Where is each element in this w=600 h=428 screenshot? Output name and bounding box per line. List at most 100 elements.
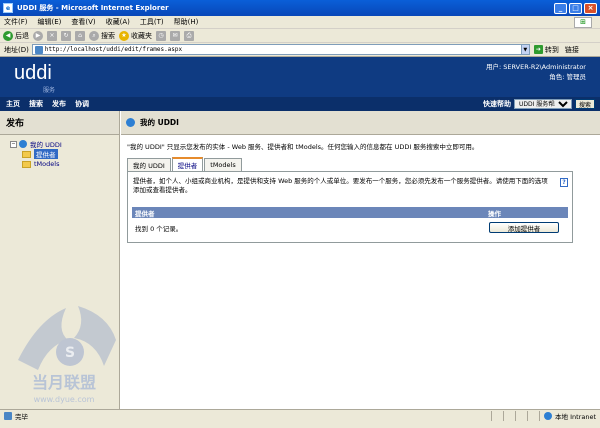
folder-icon (22, 160, 31, 168)
windows-logo-icon: ⊞ (574, 16, 592, 28)
menu-file[interactable]: 文件(F) (4, 17, 28, 27)
quick-help-select[interactable]: UDDI 服务帮助 (513, 99, 572, 109)
sidebar: 发布 − 我的 UDDI 提供者 tModels (0, 111, 120, 409)
history-icon[interactable]: ◷ (156, 30, 166, 41)
add-provider-button[interactable]: 添加提供者 (489, 222, 559, 233)
search-button[interactable]: ⌕ 搜索 (89, 30, 115, 41)
page-title-bar: 我的 UDDI (121, 111, 600, 135)
providers-table-header: 提供者 操作 (132, 207, 568, 218)
forward-button[interactable]: ▶ (33, 30, 43, 41)
globe-icon (126, 118, 135, 127)
mail-icon[interactable]: ✉ (170, 30, 180, 41)
user-info: 用户: SERVER-R2\Administrator 角色: 管理员 (486, 62, 586, 82)
favorites-button[interactable]: ★ 收藏夹 (119, 30, 152, 41)
go-button[interactable]: ➜ 转到 (533, 45, 559, 55)
menu-tools[interactable]: 工具(T) (140, 17, 164, 27)
uddi-logo-sub: 服务 (43, 87, 56, 94)
home-icon[interactable]: ⌂ (75, 30, 85, 41)
security-zone: 本地 Intranet (539, 410, 600, 421)
go-label: 转到 (544, 45, 559, 54)
tree-item-my-uddi[interactable]: − 我的 UDDI (10, 139, 119, 149)
search-icon: ⌕ (89, 30, 99, 41)
ie-icon: e (3, 3, 13, 13)
status-segment (491, 410, 503, 421)
records-found: 找到 0 个记录。 (135, 225, 183, 233)
star-icon: ★ (119, 30, 129, 41)
sidebar-title: 发布 (0, 111, 119, 135)
column-action: 操作 (488, 209, 501, 218)
address-url: http://localhost/uddi/edit/frames.aspx (44, 46, 183, 53)
go-arrow-icon: ➜ (533, 45, 543, 54)
user-name: 用户: SERVER-R2\Administrator (486, 63, 586, 71)
back-arrow-icon: ◀ (3, 30, 13, 41)
tree-label-providers: 提供者 (34, 149, 58, 159)
nav-home[interactable]: 主页 (6, 99, 20, 109)
main-content: 我的 UDDI "我的 UDDI" 只显示您发布的实体 - Web 服务、提供者… (121, 111, 600, 409)
back-button[interactable]: ◀ 后退 (3, 30, 29, 41)
user-role: 角色: 管理员 (549, 73, 586, 81)
nav-search[interactable]: 搜索 (29, 99, 43, 109)
menu-help[interactable]: 帮助(H) (174, 17, 199, 27)
uddi-logo: uddi (14, 62, 52, 84)
status-segments: 本地 Intranet (491, 410, 600, 421)
menu-view[interactable]: 查看(V) (71, 17, 95, 27)
tab-my-uddi[interactable]: 我的 UDDI (127, 158, 171, 171)
publish-tree: − 我的 UDDI 提供者 tModels (0, 135, 119, 169)
search-label: 搜索 (101, 31, 115, 40)
providers-tab-pane: 提供者，如个人、小组或商业机构，是提供和支持 Web 服务的个人或单位。要发布一… (127, 171, 573, 243)
quick-help-search-button[interactable]: 搜索 (574, 99, 595, 109)
window-bottom-edge (0, 421, 600, 428)
status-done: 完毕 (4, 411, 28, 421)
status-bar: 完毕 本地 Intranet (0, 409, 600, 421)
nav-bar: 主页 搜索 发布 协调 快速帮助 UDDI 服务帮助 搜索 (0, 97, 600, 111)
back-label: 后退 (15, 31, 29, 40)
nav-coordinate[interactable]: 协调 (75, 99, 89, 109)
address-label: 地址(D) (4, 45, 29, 54)
tab-providers[interactable]: 提供者 (171, 157, 204, 171)
refresh-icon[interactable]: ↻ (61, 30, 71, 41)
menu-favorites[interactable]: 收藏(A) (106, 17, 130, 27)
window-title: UDDI 服务 - Microsoft Internet Explorer (17, 4, 169, 12)
tree-label-my-uddi: 我的 UDDI (30, 141, 62, 149)
column-provider: 提供者 (135, 209, 155, 218)
status-segment (503, 410, 515, 421)
collapse-icon[interactable]: − (10, 140, 17, 148)
intro-text: "我的 UDDI" 只显示您发布的实体 - Web 服务、提供者和 tModel… (127, 143, 479, 151)
maximize-button[interactable]: □ (569, 2, 582, 14)
address-input[interactable]: http://localhost/uddi/edit/frames.aspx (31, 44, 522, 55)
tree-item-tmodels[interactable]: tModels (10, 159, 119, 169)
status-text: 完毕 (15, 412, 28, 421)
close-button[interactable]: × (584, 2, 597, 14)
menu-bar: 文件(F) 编辑(E) 查看(V) 收藏(A) 工具(T) 帮助(H) ⊞ (0, 16, 600, 29)
nav-publish[interactable]: 发布 (52, 99, 66, 109)
favorites-label: 收藏夹 (131, 31, 152, 40)
print-icon[interactable]: ⎙ (184, 30, 194, 41)
providers-description: 提供者，如个人、小组或商业机构，是提供和支持 Web 服务的个人或单位。要发布一… (133, 177, 548, 194)
zone-label: 本地 Intranet (555, 412, 596, 421)
tab-tmodels[interactable]: tModels (204, 158, 242, 171)
tree-item-providers[interactable]: 提供者 (10, 149, 119, 159)
address-dropdown-icon[interactable]: ▼ (520, 44, 530, 55)
status-segment (515, 410, 527, 421)
menu-edit[interactable]: 编辑(E) (38, 17, 62, 27)
links-button[interactable]: 链接 (565, 45, 579, 55)
tab-strip: 我的 UDDI 提供者 tModels (127, 157, 243, 171)
page-icon (34, 46, 43, 54)
uddi-banner: uddi 服务 用户: SERVER-R2\Administrator 角色: … (0, 57, 600, 97)
tree-label-tmodels: tModels (34, 160, 60, 168)
stop-icon[interactable]: × (47, 30, 57, 41)
globe-icon (19, 140, 27, 148)
status-segment (527, 410, 539, 421)
window-titlebar: e UDDI 服务 - Microsoft Internet Explorer … (0, 0, 600, 16)
minimize-button[interactable]: _ (554, 2, 567, 14)
help-icon[interactable]: ? (560, 178, 568, 187)
address-bar: 地址(D) http://localhost/uddi/edit/frames.… (0, 43, 600, 57)
toolbar: ◀ 后退 ▶ × ↻ ⌂ ⌕ 搜索 ★ 收藏夹 ◷ ✉ ⎙ (0, 29, 600, 43)
intranet-icon (544, 411, 553, 420)
table-row: 找到 0 个记录。 添加提供者 (132, 219, 568, 237)
forward-arrow-icon: ▶ (33, 30, 43, 41)
page-title: 我的 UDDI (140, 118, 179, 127)
folder-icon (22, 150, 31, 158)
quick-help-label: 快速帮助 (482, 100, 511, 108)
page-icon (4, 411, 12, 420)
